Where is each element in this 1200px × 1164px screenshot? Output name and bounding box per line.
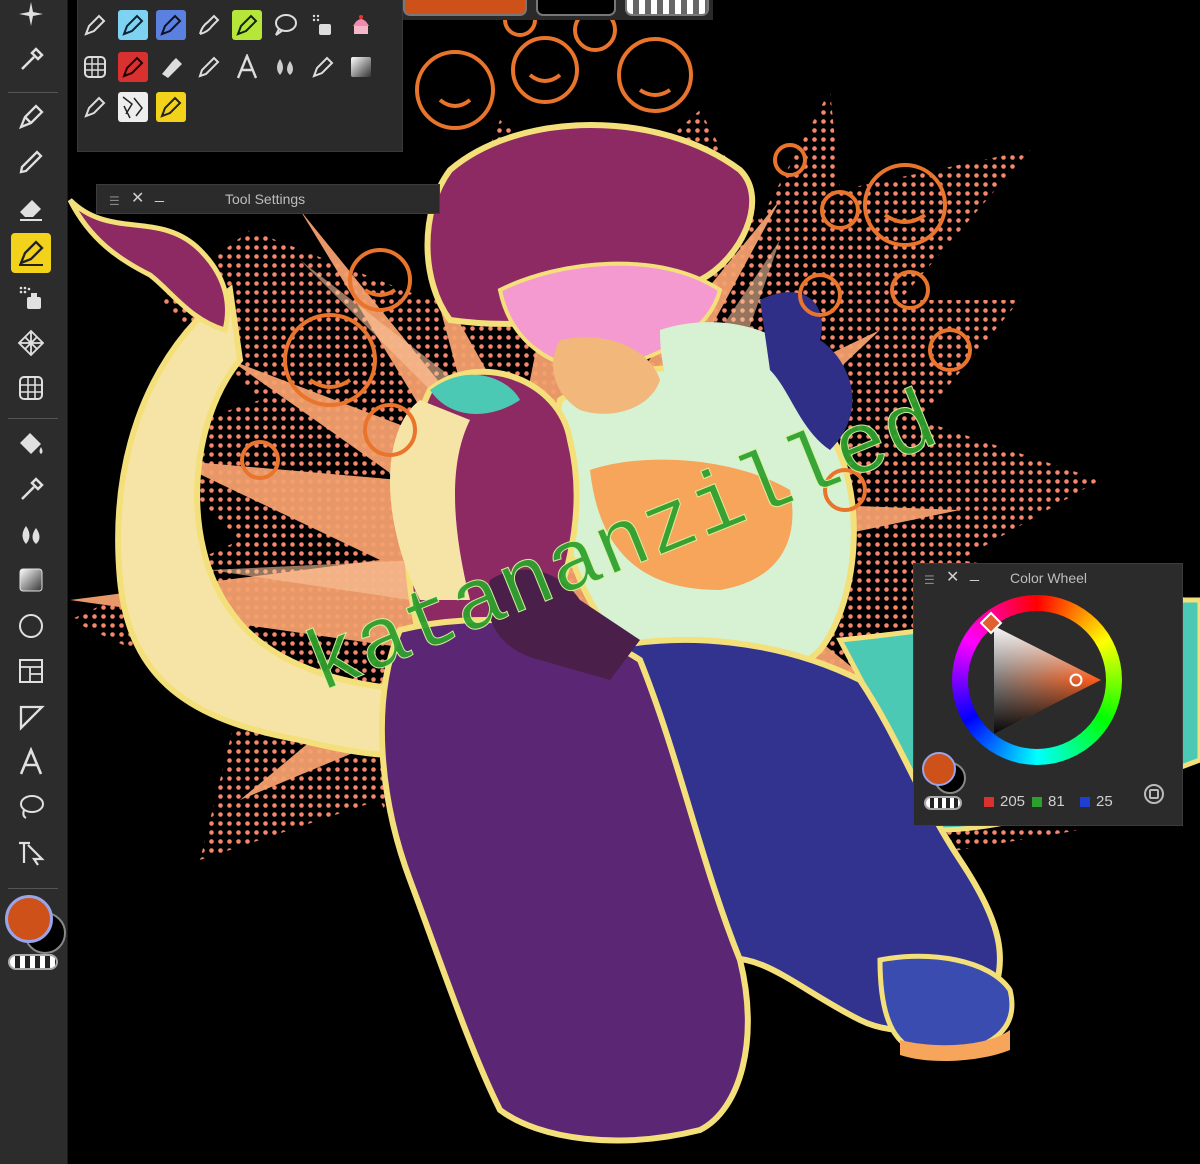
brush-icon[interactable] (11, 233, 51, 273)
speech-bubble-brush-icon[interactable] (270, 10, 300, 40)
blue-value-field[interactable]: 25 (1080, 793, 1113, 810)
wheel-opacity-swatch[interactable] (924, 796, 962, 810)
pencil-brush-icon[interactable] (194, 52, 224, 82)
pencil-icon[interactable] (11, 142, 51, 182)
brush-palette-panel (77, 0, 403, 152)
close-icon[interactable]: ✕ (131, 191, 144, 207)
grid-brush-icon[interactable] (80, 52, 110, 82)
lasso-icon[interactable] (11, 787, 51, 827)
tail-tip (67, 198, 230, 334)
manga-tone-brush-icon[interactable] (118, 92, 148, 122)
marker-brush-icon[interactable] (194, 10, 224, 40)
spray-icon[interactable] (11, 278, 51, 318)
opacity-swatch[interactable] (8, 954, 58, 970)
grid-transform-icon[interactable] (11, 368, 51, 408)
color-wheel-panel: ☰ ✕ _ Color Wheel 205 81 25 (913, 563, 1183, 826)
select-arrow-icon[interactable] (11, 832, 51, 872)
cake-brush-icon[interactable] (346, 10, 376, 40)
text-brush-icon[interactable] (232, 52, 262, 82)
gradient-icon[interactable] (11, 560, 51, 600)
red-pen-brush-icon[interactable] (118, 52, 148, 82)
minimize-icon[interactable]: _ (155, 187, 164, 203)
close-icon[interactable]: ✕ (946, 570, 959, 586)
tool-settings-panel: ☰ ✕ _ Tool Settings (96, 184, 440, 214)
minimize-icon[interactable]: _ (970, 566, 979, 582)
color-mode-icon[interactable] (1144, 784, 1164, 804)
green-value-field[interactable]: 81 (1032, 793, 1065, 810)
red-value-field[interactable]: 205 (984, 793, 1025, 810)
panel-menu-icon[interactable]: ☰ (109, 193, 120, 209)
tool-settings-title: Tool Settings (225, 191, 306, 207)
text-icon[interactable] (11, 742, 51, 782)
airbrush-brush-icon[interactable] (308, 10, 338, 40)
drops-brush-icon[interactable] (270, 52, 300, 82)
eyedropper-2-icon[interactable] (11, 470, 51, 510)
eyedropper-icon[interactable] (11, 40, 51, 80)
crop-icon[interactable] (11, 697, 51, 737)
panel-layout-icon[interactable] (11, 651, 51, 691)
top-opacity-indicator[interactable] (625, 0, 709, 16)
blue-pen-brush-icon[interactable] (118, 10, 148, 40)
blue-pen-2-brush-icon[interactable] (156, 10, 186, 40)
left-toolbar (0, 0, 68, 1164)
yellow-pen-brush-icon[interactable] (156, 92, 186, 122)
blend-icon[interactable] (11, 515, 51, 555)
fill-icon[interactable] (11, 424, 51, 464)
panel-menu-icon[interactable]: ☰ (924, 572, 935, 588)
top-primary-color[interactable] (403, 0, 527, 16)
flat-marker-brush-icon[interactable] (156, 52, 186, 82)
pattern-icon[interactable] (11, 323, 51, 363)
green-pen-brush-icon[interactable] (232, 10, 262, 40)
sparkle-icon[interactable] (11, 0, 51, 34)
primary-color-swatch[interactable] (5, 895, 53, 943)
eraser-icon[interactable] (11, 188, 51, 228)
top-secondary-color[interactable] (536, 0, 616, 16)
pen-nib-brush-icon[interactable] (308, 52, 338, 82)
fountain-pen-brush-icon[interactable] (80, 10, 110, 40)
pen-icon[interactable] (11, 97, 51, 137)
top-color-strip (403, 0, 713, 20)
wheel-primary-swatch[interactable] (922, 752, 956, 786)
gradient-square-brush-icon[interactable] (346, 52, 376, 82)
color-wheel-title: Color Wheel (1010, 570, 1088, 586)
ellipse-icon[interactable] (11, 606, 51, 646)
ink-pen-brush-icon[interactable] (80, 92, 110, 122)
